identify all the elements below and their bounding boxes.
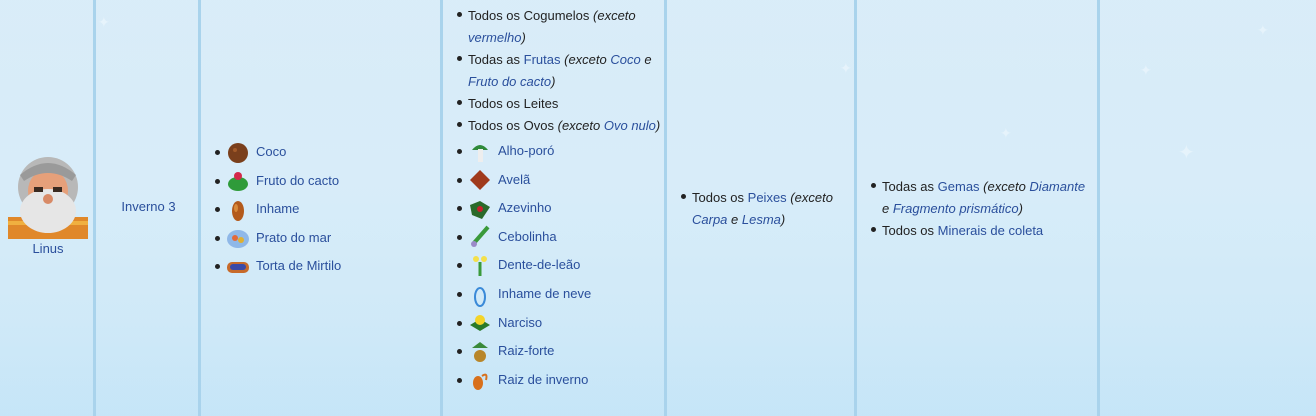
exception-text: ) <box>780 212 786 227</box>
loved-item-link[interactable]: Inhame <box>256 201 299 216</box>
exception-link[interactable]: vermelho <box>468 30 521 45</box>
neutral-gifts-cell: Todos os Peixes (exceto Carpa e Lesma) <box>677 187 852 231</box>
exception-link[interactable]: Fruto do cacto <box>468 74 551 89</box>
list-item: Cebolinha <box>453 223 663 252</box>
liked-item-link[interactable]: Alho-poró <box>498 143 554 158</box>
blueberry-tart-icon[interactable] <box>226 255 250 279</box>
exception-link[interactable]: Carpa <box>692 212 727 227</box>
exception-text: (exceto <box>557 118 604 133</box>
list-item: Torta de Mirtilo <box>211 252 436 281</box>
birthday-cell: Inverno 3 <box>96 199 201 214</box>
exception-link[interactable]: Lesma <box>742 212 781 227</box>
category-text: Todos os <box>882 223 938 238</box>
villager-cell: Linus <box>0 151 96 256</box>
category-text: Todos os <box>692 190 748 205</box>
liked-item-link[interactable]: Raiz-forte <box>498 343 554 358</box>
category-link[interactable]: Frutas <box>524 52 561 67</box>
category-link[interactable]: Gemas <box>938 179 980 194</box>
list-item: Todos os Minerais de coleta <box>867 220 1095 242</box>
exception-text: ) <box>521 30 526 45</box>
villager-portrait[interactable] <box>4 151 92 239</box>
exception-text: (exceto <box>560 52 611 67</box>
coconut-icon[interactable] <box>226 141 250 165</box>
exception-link[interactable]: Diamante <box>1029 179 1085 194</box>
liked-item-link[interactable]: Raiz de inverno <box>498 372 588 387</box>
birthday-link[interactable]: Inverno 3 <box>121 199 175 214</box>
exception-link[interactable]: Coco <box>610 52 640 67</box>
list-item: Todos os Leites <box>453 93 663 115</box>
disliked-gifts-cell: Todas as Gemas (exceto Diamante e Fragme… <box>867 176 1095 242</box>
fish-platter-icon[interactable] <box>226 226 250 250</box>
leek-icon[interactable] <box>468 140 492 164</box>
category-text: Todas as <box>468 52 524 67</box>
cactus-fruit-icon[interactable] <box>226 169 250 193</box>
list-item: Dente-de-leão <box>453 251 663 280</box>
list-item: Coco <box>211 138 436 167</box>
list-item: Raiz-forte <box>453 337 663 366</box>
exception-text: (exceto <box>786 190 833 205</box>
winter-root-icon[interactable] <box>468 368 492 392</box>
list-item: Todos os Peixes (exceto Carpa e Lesma) <box>677 187 852 231</box>
liked-item-link[interactable]: Avelã <box>498 172 530 187</box>
exception-text: ) <box>1018 201 1023 216</box>
exception-text: ) <box>655 118 661 133</box>
exception-link[interactable]: Fragmento prismático <box>893 201 1019 216</box>
list-item: Todas as Gemas (exceto Diamante e Fragme… <box>867 176 1095 220</box>
exception-text: e <box>727 212 742 227</box>
category-text: Todos os Leites <box>468 96 559 111</box>
exception-text: e <box>882 201 893 216</box>
list-item: Narciso <box>453 309 663 338</box>
holly-icon[interactable] <box>468 197 492 221</box>
hazelnut-icon[interactable] <box>468 168 492 192</box>
horseradish-icon[interactable] <box>468 340 492 364</box>
exception-link[interactable]: Ovo nulo <box>604 118 656 133</box>
list-item: Raiz de inverno <box>453 366 663 395</box>
liked-item-link[interactable]: Inhame de neve <box>498 286 591 301</box>
list-item: Avelã <box>453 166 663 195</box>
liked-item-link[interactable]: Cebolinha <box>498 229 557 244</box>
liked-gifts-cell: Todos os Cogumelos (exceto vermelho) Tod… <box>453 5 663 394</box>
list-item: Inhame de neve <box>453 280 663 309</box>
liked-item-link[interactable]: Narciso <box>498 315 542 330</box>
category-text: Todos os Ovos <box>468 118 558 133</box>
loved-item-link[interactable]: Fruto do cacto <box>256 173 339 188</box>
loved-gifts-list: Coco Fruto do cacto Inhame Prato do mar … <box>211 138 436 281</box>
list-item: Prato do mar <box>211 224 436 253</box>
category-text: Todos os Cogumelos <box>468 8 594 23</box>
exception-text: ) <box>551 74 556 89</box>
loved-item-link[interactable]: Torta de Mirtilo <box>256 258 341 273</box>
liked-item-link[interactable]: Dente-de-leão <box>498 257 580 272</box>
exception-text: (exceto <box>593 8 636 23</box>
daffodil-icon[interactable] <box>468 311 492 335</box>
column-hated <box>1100 0 1316 416</box>
villager-name-link[interactable]: Linus <box>0 241 96 256</box>
list-item: Fruto do cacto <box>211 167 436 196</box>
yam-icon[interactable] <box>226 198 250 222</box>
liked-gifts-list: Todos os Cogumelos (exceto vermelho) Tod… <box>453 5 663 394</box>
category-text: Todas as <box>882 179 938 194</box>
list-item: Alho-poró <box>453 137 663 166</box>
loved-item-link[interactable]: Coco <box>256 144 286 159</box>
dandelion-icon[interactable] <box>468 254 492 278</box>
list-item: Todos os Ovos (exceto Ovo nulo) <box>453 115 663 137</box>
neutral-gifts-list: Todos os Peixes (exceto Carpa e Lesma) <box>677 187 852 231</box>
liked-item-link[interactable]: Azevinho <box>498 200 551 215</box>
list-item: Inhame <box>211 195 436 224</box>
disliked-gifts-list: Todas as Gemas (exceto Diamante e Fragme… <box>867 176 1095 242</box>
loved-item-link[interactable]: Prato do mar <box>256 230 331 245</box>
spring-onion-icon[interactable] <box>468 225 492 249</box>
list-item: Todas as Frutas (exceto Coco e Fruto do … <box>453 49 663 93</box>
loved-gifts-cell: Coco Fruto do cacto Inhame Prato do mar … <box>211 138 436 281</box>
category-link[interactable]: Minerais de coleta <box>938 223 1044 238</box>
exception-text: e <box>640 52 652 67</box>
category-link[interactable]: Peixes <box>748 190 787 205</box>
exception-text: (exceto <box>979 179 1030 194</box>
list-item: Todos os Cogumelos (exceto vermelho) <box>453 5 663 49</box>
list-item: Azevinho <box>453 194 663 223</box>
snow-yam-icon[interactable] <box>468 283 492 307</box>
